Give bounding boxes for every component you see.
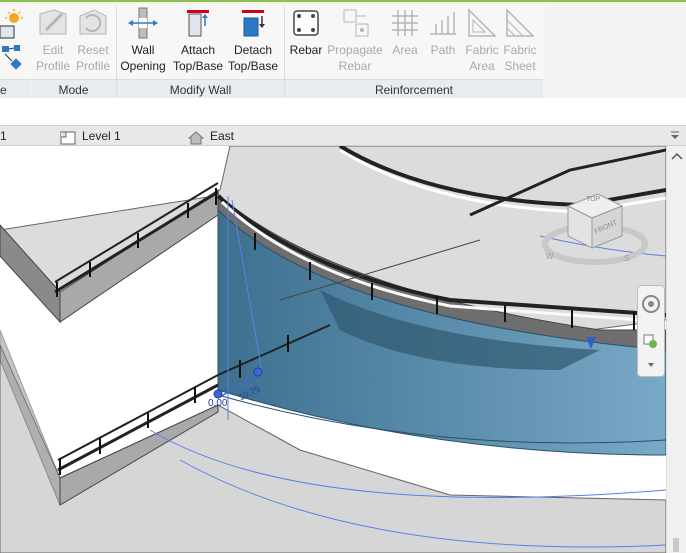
fabric-area-button[interactable]: Fabric Area — [463, 6, 501, 74]
fabric-sheet-button[interactable]: Fabric Sheet — [501, 6, 539, 74]
tab-east[interactable]: East — [187, 126, 234, 147]
reset-profile-icon — [76, 6, 110, 40]
tab-level-1[interactable]: Level 1 — [60, 126, 121, 146]
fabric-sheet-icon — [503, 6, 537, 40]
ribbon-gap — [0, 98, 686, 125]
panel-title-modify-wall: Modify Wall — [117, 79, 284, 100]
panel-title-reinforcement: Reinforcement — [285, 79, 543, 100]
wall-opening-button[interactable]: Wall Opening — [118, 6, 168, 74]
detach-top-base-icon — [236, 6, 270, 40]
wall-opening-icon — [126, 6, 160, 40]
rebar-button[interactable]: Rebar — [287, 6, 325, 58]
zoom-region-icon[interactable] — [643, 334, 659, 353]
tab-view-1[interactable]: 1 — [0, 126, 7, 146]
steering-wheel-icon[interactable] — [641, 294, 661, 317]
path-button[interactable]: Path — [424, 6, 462, 58]
vertical-scrollbar[interactable] — [666, 146, 686, 553]
panel-title-create: e — [0, 79, 30, 100]
tab-overflow-icon[interactable] — [669, 129, 681, 141]
attach-top-base-icon — [181, 6, 215, 40]
fabric-area-icon — [465, 6, 499, 40]
panel-title-mode: Mode — [31, 79, 116, 100]
view-tab-bar: 1 Level 1 East — [0, 125, 686, 146]
area-icon — [388, 6, 422, 40]
3d-viewport[interactable]: 0.00 10.75 TOP FRONT W S — [0, 146, 666, 553]
compass-west-label: W — [546, 252, 554, 261]
elevation-icon — [187, 127, 205, 147]
ribbon-empty-area — [545, 4, 686, 100]
viewcube-top-label: TOP — [586, 196, 601, 203]
ribbon: Edit Profile Reset Profile Wall Opening … — [0, 0, 686, 100]
dimension-value-label[interactable]: 0.00 — [208, 398, 227, 409]
navigation-bar — [637, 285, 665, 377]
chevron-down-icon[interactable] — [647, 358, 655, 372]
edit-profile-icon — [36, 6, 70, 40]
detach-top-base-button[interactable]: Detach Top/Base — [226, 6, 280, 74]
scrollbar-thumb[interactable] — [673, 538, 679, 552]
reset-profile-button[interactable]: Reset Profile — [73, 6, 113, 74]
edit-profile-button[interactable]: Edit Profile — [33, 6, 73, 74]
propagate-rebar-icon — [338, 6, 372, 40]
propagate-rebar-button[interactable]: Propagate Rebar — [326, 6, 384, 74]
path-icon — [426, 6, 460, 40]
rebar-icon — [289, 6, 323, 40]
create-panel-icons — [0, 8, 24, 72]
scroll-up-icon[interactable] — [671, 150, 683, 164]
attach-top-base-button[interactable]: Attach Top/Base — [171, 6, 225, 74]
area-button[interactable]: Area — [387, 6, 423, 58]
floor-plan-icon — [60, 127, 76, 147]
viewcube[interactable]: TOP FRONT W S — [540, 186, 650, 276]
sun-icon — [0, 9, 23, 70]
compass-south-label: S — [624, 254, 630, 263]
